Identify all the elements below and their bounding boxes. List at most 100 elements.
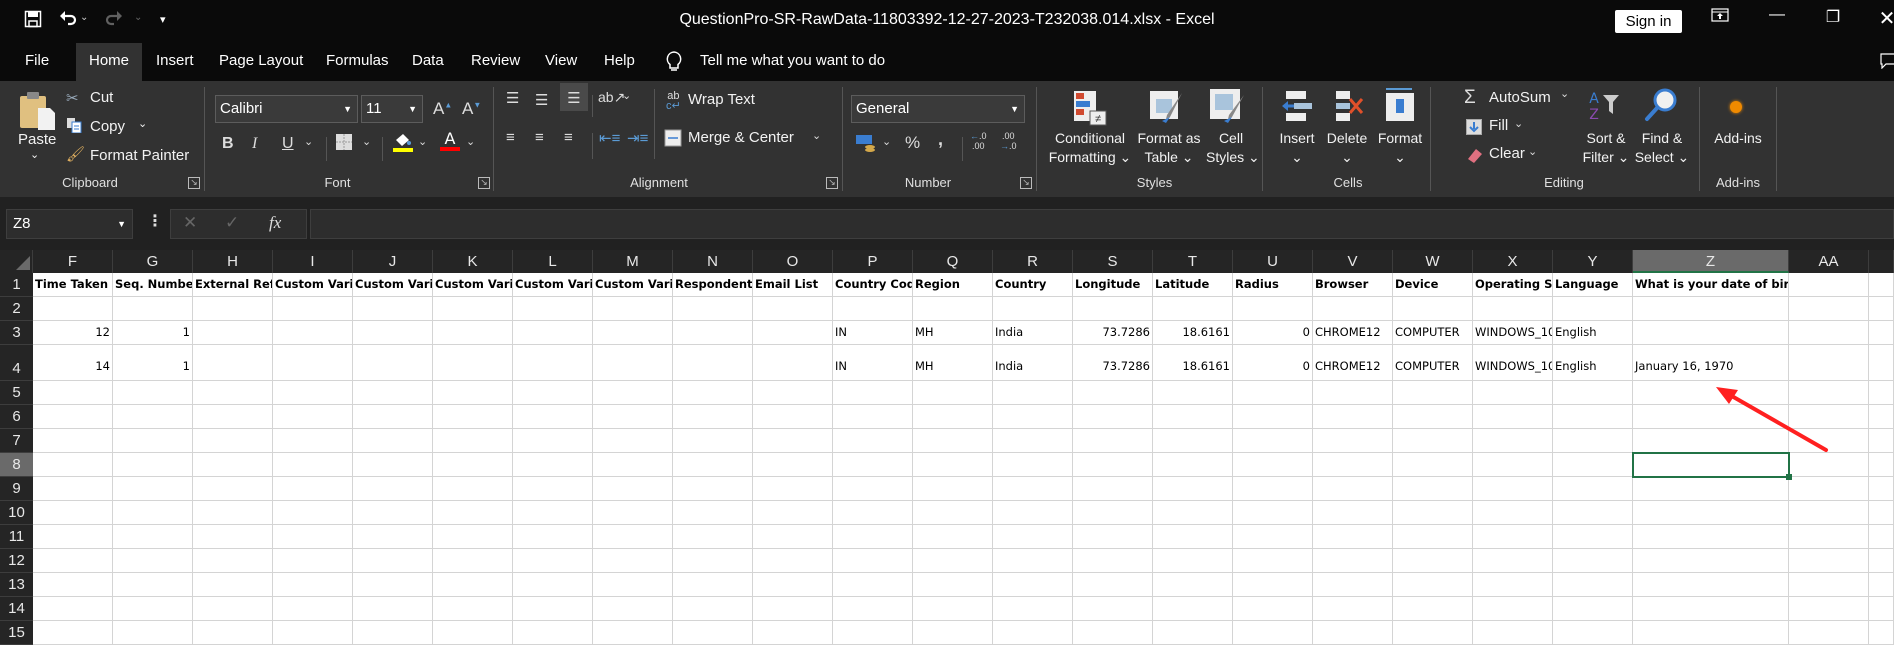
wrap-text-button[interactable]: Wrap Text (688, 91, 755, 108)
increase-decimal-icon[interactable]: ←.0.00 (970, 131, 987, 151)
alignment-launcher-icon[interactable]: ↘ (826, 177, 838, 189)
font-launcher-icon[interactable]: ↘ (478, 177, 490, 189)
italic-button[interactable]: I (252, 135, 257, 153)
clipboard-launcher-icon[interactable]: ↘ (188, 177, 200, 189)
align-center-icon[interactable]: ≡ (535, 129, 544, 146)
name-box[interactable]: Z8 ▼ (6, 209, 133, 239)
tab-home[interactable]: Home (76, 43, 142, 81)
format-as-table-icon (1148, 89, 1186, 131)
autosum-dropdown-icon[interactable]: ⌄ (1560, 87, 1569, 100)
orientation-dropdown-icon[interactable]: ⌄ (622, 89, 631, 102)
tab-insert[interactable]: Insert (146, 43, 204, 81)
insert-cells-icon (1280, 89, 1314, 127)
conditional-formatting-icon: ≠ (1072, 89, 1108, 131)
copy-icon (66, 117, 82, 137)
tell-me-search[interactable]: Tell me what you want to do (700, 43, 885, 79)
format-painter-button[interactable]: Format Painter (90, 147, 189, 164)
restore-icon[interactable]: ❐ (1818, 7, 1848, 27)
paste-dropdown-icon[interactable]: ⌄ (30, 148, 39, 161)
fill-dropdown-icon[interactable]: ⌄ (1514, 117, 1523, 130)
button-label-line: Select (1634, 149, 1674, 165)
minimize-icon[interactable]: — (1762, 6, 1792, 24)
insert-function-button[interactable]: fx (269, 213, 281, 233)
align-left-icon[interactable]: ≡ (506, 129, 515, 146)
conditional-formatting-button[interactable]: Conditional Formatting ⌄ (1048, 129, 1132, 167)
formula-input[interactable] (310, 209, 1894, 239)
font-color-dropdown-icon[interactable]: ⌄ (466, 135, 475, 148)
insert-cells-button[interactable]: Insert ⌄ (1272, 129, 1322, 167)
tab-review[interactable]: Review (461, 43, 530, 81)
add-ins-button[interactable]: Add-ins (1710, 129, 1766, 148)
number-launcher-icon[interactable]: ↘ (1020, 177, 1032, 189)
find-select-button[interactable]: Find & Select ⌄ (1634, 129, 1690, 167)
add-ins-group-label: Add-ins (1715, 175, 1761, 190)
font-name-dropdown[interactable]: Calibri ▼ (215, 95, 358, 123)
button-label-line: Sort & (1586, 130, 1626, 146)
sign-in-button[interactable]: Sign in (1615, 10, 1682, 33)
format-cells-button[interactable]: Format ⌄ (1374, 129, 1426, 167)
chevron-down-icon: ▼ (117, 219, 126, 229)
fill-icon (1466, 119, 1482, 139)
ribbon: Paste ⌄ ✂ Cut Copy ⌄ 🖌 Format Painter Cl… (0, 81, 1894, 197)
decrease-font-size-icon[interactable]: A▼ (462, 99, 481, 119)
clear-dropdown-icon[interactable]: ⌄ (1528, 145, 1537, 158)
tab-view[interactable]: View (535, 43, 587, 81)
copy-button[interactable]: Copy (90, 118, 125, 135)
paste-button[interactable]: Paste (18, 131, 56, 148)
tab-data[interactable]: Data (402, 43, 454, 81)
fill-color-icon[interactable] (392, 131, 414, 157)
more-options-icon[interactable]: ⋮ (147, 211, 163, 231)
comma-style-button[interactable]: , (938, 129, 943, 150)
decrease-indent-icon[interactable]: ⇤≡ (599, 129, 620, 147)
svg-text:≠: ≠ (1095, 113, 1101, 125)
delete-cells-button[interactable]: Delete ⌄ (1322, 129, 1372, 167)
percent-style-button[interactable]: % (905, 133, 920, 153)
tab-file[interactable]: File (15, 43, 59, 81)
font-size-dropdown[interactable]: 11 ▼ (361, 95, 423, 123)
font-color-icon[interactable]: A (439, 129, 461, 157)
bold-button[interactable]: B (222, 135, 234, 153)
fill-button[interactable]: Fill (1489, 117, 1508, 134)
formula-buttons: ✕ ✓ fx (170, 209, 307, 239)
name-box-value: Z8 (13, 215, 31, 232)
cut-button[interactable]: Cut (90, 89, 113, 106)
borders-dropdown-icon[interactable]: ⌄ (362, 135, 371, 148)
close-icon[interactable]: ✕ (1872, 6, 1894, 31)
paste-icon[interactable] (18, 91, 58, 136)
number-format-dropdown[interactable]: General ▼ (851, 95, 1025, 123)
divider (592, 133, 593, 159)
middle-align-icon[interactable]: ☰ (535, 91, 548, 109)
merge-center-button[interactable]: Merge & Center (688, 129, 794, 146)
annotation-layer (1716, 387, 1828, 452)
cell-styles-button[interactable]: Cell Styles ⌄ (1206, 129, 1260, 167)
tab-page-layout[interactable]: Page Layout (209, 43, 313, 81)
decrease-decimal-icon[interactable]: .00 →.0 (1000, 131, 1017, 151)
format-as-table-button[interactable]: Format as Table ⌄ (1134, 129, 1204, 167)
increase-font-size-icon[interactable]: A▲ (433, 99, 452, 119)
ribbon-display-icon[interactable] (1705, 8, 1735, 27)
merge-dropdown-icon[interactable]: ⌄ (812, 129, 821, 142)
chevron-down-icon: ▼ (343, 104, 352, 114)
align-right-icon[interactable]: ≡ (564, 129, 573, 146)
underline-button[interactable]: U (282, 135, 294, 153)
button-label-line: Insert (1279, 130, 1315, 146)
clear-button[interactable]: Clear (1489, 145, 1525, 162)
borders-icon[interactable] (335, 133, 353, 155)
button-label-line: Format (1377, 130, 1423, 146)
clear-icon (1466, 147, 1484, 167)
comments-icon[interactable] (1880, 53, 1894, 73)
svg-text:A: A (445, 129, 456, 148)
top-align-icon[interactable]: ☰ (506, 89, 519, 107)
button-label-line: Format as (1137, 130, 1201, 146)
tab-help[interactable]: Help (594, 43, 645, 81)
accounting-dropdown-icon[interactable]: ⌄ (882, 135, 891, 148)
tab-formulas[interactable]: Formulas (316, 43, 399, 81)
accounting-format-icon[interactable] (855, 133, 877, 157)
sort-filter-button[interactable]: Sort & Filter ⌄ (1578, 129, 1634, 167)
copy-dropdown-icon[interactable]: ⌄ (138, 117, 147, 130)
bottom-align-icon[interactable]: ☰ (560, 83, 588, 111)
underline-dropdown-icon[interactable]: ⌄ (304, 135, 313, 148)
fill-color-dropdown-icon[interactable]: ⌄ (418, 135, 427, 148)
autosum-button[interactable]: AutoSum (1489, 89, 1551, 106)
increase-indent-icon[interactable]: ⇥≡ (627, 129, 648, 147)
